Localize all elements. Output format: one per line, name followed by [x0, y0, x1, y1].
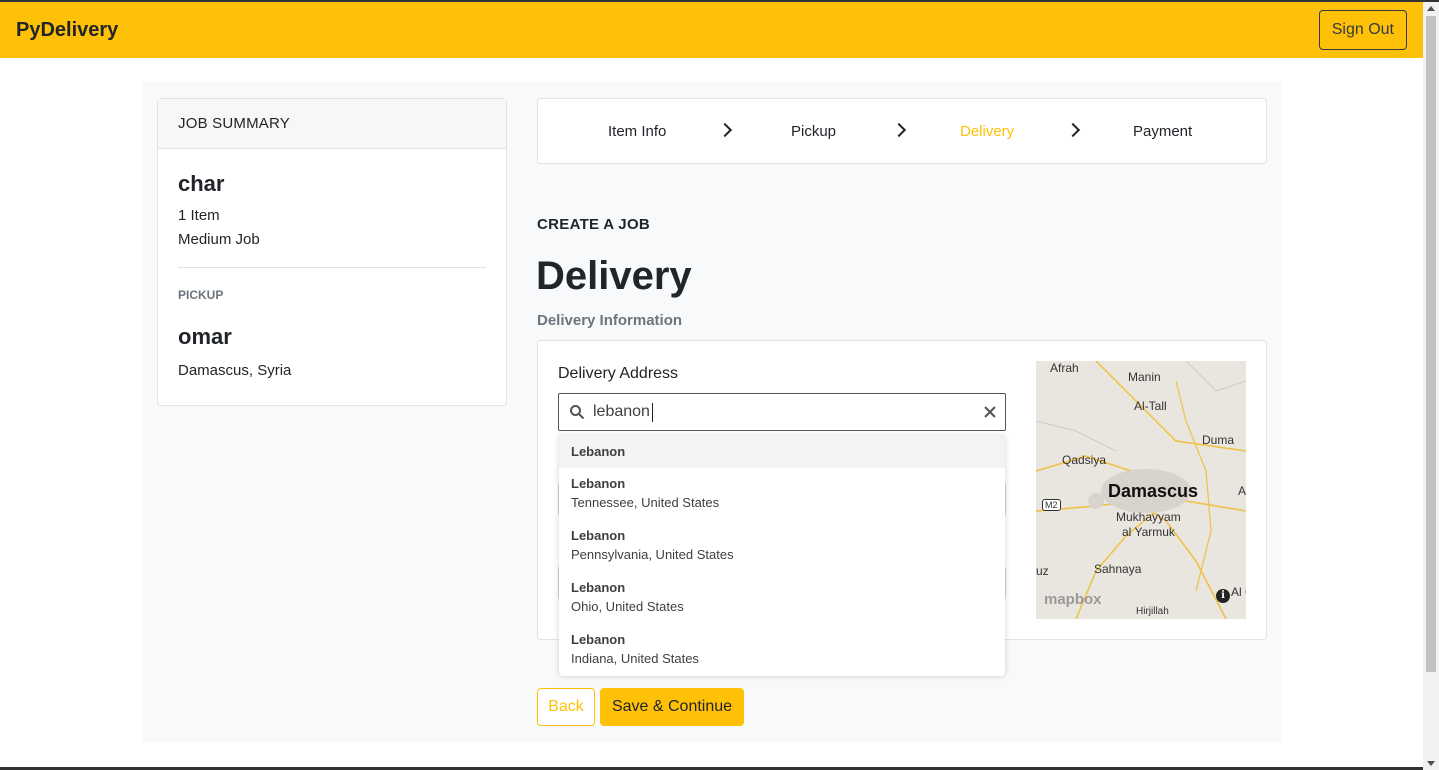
address-search-box[interactable] [558, 393, 1006, 431]
chevron-right-icon [1065, 122, 1081, 138]
mapbox-logo[interactable]: mapbox [1044, 591, 1102, 608]
step-progress-bar: Item Info Pickup Delivery Payment [537, 98, 1267, 164]
map-label: Afrah [1050, 361, 1079, 375]
top-navbar: PyDelivery Sign Out [0, 2, 1423, 58]
map-label: A [1238, 484, 1246, 498]
suggestion-subtitle: Ohio, United States [571, 599, 684, 614]
map-label: Duma [1202, 433, 1235, 447]
job-size: Medium Job [178, 231, 260, 248]
highway-shield: M2 [1042, 499, 1061, 511]
item-count: 1 Item [178, 207, 220, 224]
chevron-right-icon [891, 122, 907, 138]
scroll-up-icon[interactable] [1427, 6, 1435, 11]
map-label: Qadsiya [1062, 453, 1107, 467]
map-label: uz [1036, 564, 1049, 578]
sign-out-button[interactable]: Sign Out [1318, 10, 1407, 50]
pickup-name: omar [178, 324, 232, 349]
map-label: Mukhayyam [1116, 510, 1181, 524]
search-icon [570, 405, 585, 420]
address-search-input[interactable] [593, 402, 963, 422]
suggestion-title: Lebanon [571, 528, 626, 543]
create-job-label: CREATE A JOB [537, 216, 651, 233]
job-summary-header: JOB SUMMARY [158, 99, 506, 149]
summary-divider [178, 267, 486, 268]
suggestion-subtitle: Indiana, United States [571, 651, 699, 666]
map-label: al Yarmuk [1122, 525, 1175, 539]
suggestion-item[interactable]: Lebanon Ohio, United States [559, 572, 1005, 624]
scroll-down-icon[interactable] [1427, 761, 1435, 766]
save-continue-button[interactable]: Save & Continue [600, 688, 744, 726]
scroll-thumb[interactable] [1426, 16, 1436, 672]
suggestion-item[interactable]: Lebanon Indiana, United States [559, 624, 1005, 676]
step-delivery[interactable]: Delivery [960, 123, 1014, 140]
chevron-right-icon [717, 122, 733, 138]
job-summary-card: JOB SUMMARY char 1 Item Medium Job PICKU… [157, 98, 507, 406]
text-caret [652, 403, 653, 422]
info-icon[interactable]: i [1216, 589, 1230, 603]
map-view[interactable]: Afrah Manin Al-Tall Duma Qadsiya Damascu… [1036, 361, 1246, 619]
page-scrollbar[interactable] [1423, 2, 1439, 770]
suggestion-title: Lebanon [571, 476, 626, 491]
map-label: Al Gh [1231, 585, 1246, 599]
map-label: Manin [1128, 370, 1161, 384]
back-button[interactable]: Back [537, 688, 595, 726]
map-label: Al-Tall [1134, 399, 1167, 413]
address-suggestions-dropdown: Lebanon Lebanon Tennessee, United States… [559, 436, 1005, 676]
step-payment[interactable]: Payment [1133, 123, 1192, 140]
pickup-label: PICKUP [178, 288, 224, 302]
job-name: char [178, 171, 225, 196]
brand-logo[interactable]: PyDelivery [16, 19, 118, 42]
suggestion-subtitle: Tennessee, United States [571, 495, 720, 510]
suggestion-subtitle: Pennsylvania, United States [571, 547, 734, 562]
suggestion-item[interactable]: Lebanon Tennessee, United States [559, 468, 1005, 520]
section-subtitle: Delivery Information [537, 312, 683, 329]
suggestion-item[interactable]: Lebanon [559, 436, 1005, 468]
step-item-info[interactable]: Item Info [608, 123, 666, 140]
delivery-address-label: Delivery Address [558, 365, 679, 382]
map-label: Sahnaya [1094, 562, 1142, 576]
map-label: Hirjillah [1136, 606, 1169, 617]
close-icon[interactable] [983, 405, 997, 419]
suggestion-item[interactable]: Lebanon Pennsylvania, United States [559, 520, 1005, 572]
suggestion-title: Lebanon [571, 444, 626, 459]
map-city-label: Damascus [1108, 481, 1199, 501]
pickup-address: Damascus, Syria [178, 362, 292, 379]
suggestion-title: Lebanon [571, 580, 626, 595]
step-pickup[interactable]: Pickup [791, 123, 836, 140]
page-title: Delivery [536, 254, 692, 298]
suggestion-title: Lebanon [571, 632, 626, 647]
